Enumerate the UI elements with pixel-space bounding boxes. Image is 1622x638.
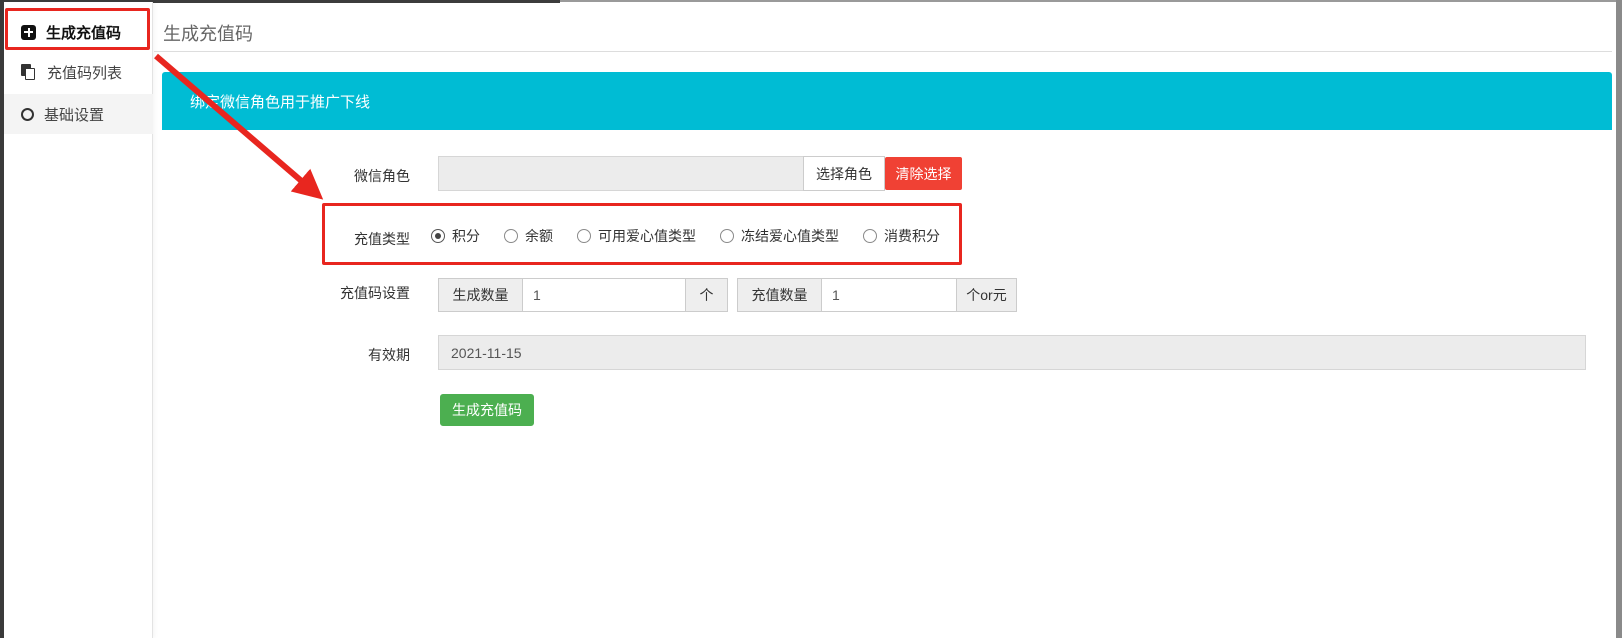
wechat-role-input[interactable] (438, 156, 804, 191)
panel-banner-text: 绑定微信角色用于推广下线 (190, 91, 370, 112)
radio-option-frozen-love-value[interactable]: 冻结爱心值类型 (720, 226, 839, 246)
radio-unchecked-icon[interactable] (577, 229, 591, 243)
recharge-amount-unit: 个or元 (956, 278, 1017, 312)
generate-count-input[interactable] (522, 278, 686, 312)
sidebar-item-label: 生成充值码 (46, 22, 121, 43)
radio-label: 可用爱心值类型 (598, 226, 696, 246)
validity-date-input[interactable] (438, 335, 1586, 370)
validity-label: 有效期 (295, 345, 410, 365)
sidebar-item-label: 充值码列表 (47, 62, 122, 83)
generate-count-unit: 个 (685, 278, 728, 312)
window-right-edge[interactable] (1616, 0, 1622, 638)
plus-square-icon (21, 25, 36, 40)
recharge-type-label: 充值类型 (295, 229, 410, 249)
wechat-role-label: 微信角色 (295, 166, 410, 186)
radio-option-balance[interactable]: 余额 (504, 226, 553, 246)
clear-selection-button[interactable]: 清除选择 (885, 157, 962, 190)
radio-unchecked-icon[interactable] (863, 229, 877, 243)
radio-option-points[interactable]: 积分 (431, 226, 480, 246)
circle-outline-icon (21, 108, 34, 121)
sidebar-item-label: 基础设置 (44, 104, 104, 125)
page-title: 生成充值码 (163, 20, 253, 46)
radio-unchecked-icon[interactable] (504, 229, 518, 243)
recharge-amount-input[interactable] (821, 278, 957, 312)
radio-label: 余额 (525, 226, 553, 246)
copy-icon (21, 64, 37, 80)
generate-count-addon: 生成数量 (438, 278, 523, 312)
sidebar-item-code-list[interactable]: 充值码列表 (4, 52, 153, 92)
sidebar: 生成充值码 充值码列表 基础设置 (4, 2, 153, 638)
panel-banner: 绑定微信角色用于推广下线 (162, 72, 1612, 130)
title-divider (154, 51, 1612, 52)
page: 生成充值码 充值码列表 基础设置 生成充值码 绑定微信角色用于推广下线 微信角色… (0, 0, 1622, 638)
code-settings-label: 充值码设置 (295, 283, 410, 303)
radio-label: 消费积分 (884, 226, 940, 246)
radio-option-consume-points[interactable]: 消费积分 (863, 226, 940, 246)
radio-label: 积分 (452, 226, 480, 246)
generate-code-submit-button[interactable]: 生成充值码 (440, 394, 534, 426)
radio-option-available-love-value[interactable]: 可用爱心值类型 (577, 226, 696, 246)
radio-unchecked-icon[interactable] (720, 229, 734, 243)
sidebar-item-basic-settings[interactable]: 基础设置 (4, 94, 153, 134)
sidebar-item-generate-code[interactable]: 生成充值码 (4, 12, 153, 52)
recharge-amount-addon: 充值数量 (737, 278, 822, 312)
window-top-edge-light (560, 0, 1622, 2)
recharge-type-radio-group: 积分 余额 可用爱心值类型 冻结爱心值类型 消费积分 (431, 222, 940, 250)
select-role-button[interactable]: 选择角色 (803, 156, 885, 191)
radio-label: 冻结爱心值类型 (741, 226, 839, 246)
radio-checked-icon[interactable] (431, 229, 445, 243)
